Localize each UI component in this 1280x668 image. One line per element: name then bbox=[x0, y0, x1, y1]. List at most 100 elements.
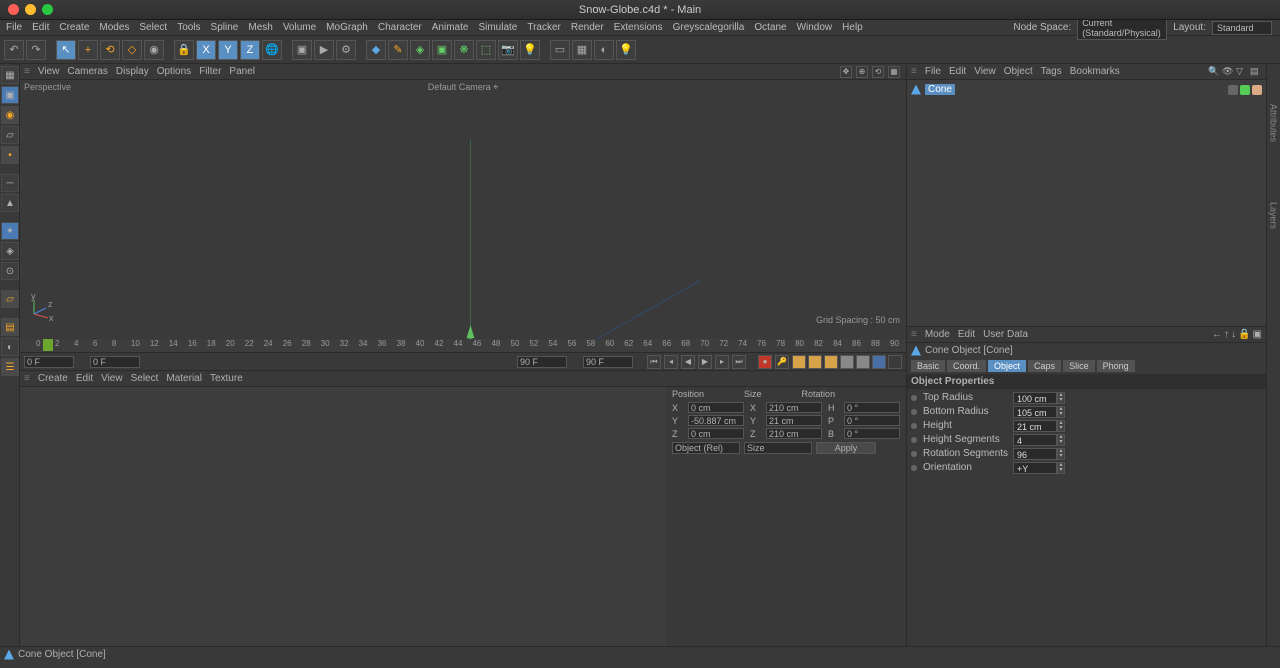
light-icon[interactable]: 💡 bbox=[520, 40, 540, 60]
menu-tracker[interactable]: Tracker bbox=[527, 22, 561, 33]
coord-mode-select[interactable]: Object (Rel) bbox=[672, 442, 740, 454]
anim-dot-icon[interactable] bbox=[911, 437, 917, 443]
om-edit[interactable]: Edit bbox=[949, 66, 966, 77]
menu-character[interactable]: Character bbox=[378, 22, 422, 33]
maximize-window-icon[interactable] bbox=[42, 4, 53, 15]
coord-pos-input[interactable]: -50.887 cm bbox=[688, 415, 744, 426]
attr-value-input[interactable]: +Y bbox=[1013, 462, 1057, 474]
om-flat-icon[interactable]: ▤ bbox=[1250, 66, 1262, 78]
attr-tab-coord[interactable]: Coord. bbox=[947, 360, 986, 372]
texture-mode-icon[interactable]: ◉ bbox=[1, 106, 19, 124]
attr-lock-icon[interactable]: 🔒 bbox=[1238, 329, 1250, 340]
vp-rotate-icon[interactable]: ⟲ bbox=[872, 66, 884, 78]
attr-value-input[interactable]: 4 bbox=[1013, 434, 1057, 446]
menu-help[interactable]: Help bbox=[842, 22, 863, 33]
om-tags[interactable]: Tags bbox=[1041, 66, 1062, 77]
menu-tools[interactable]: Tools bbox=[177, 22, 200, 33]
add-icon[interactable]: + bbox=[78, 40, 98, 60]
spinner-icon[interactable]: ▴▾ bbox=[1057, 392, 1065, 404]
deformer-icon[interactable]: ⬚ bbox=[476, 40, 496, 60]
model-mode-icon[interactable]: ▣ bbox=[1, 86, 19, 104]
material-icon[interactable]: ▦ bbox=[572, 40, 592, 60]
isoline-icon[interactable]: ▤ bbox=[1, 318, 19, 336]
polygon-mode-icon[interactable]: ▲ bbox=[1, 194, 19, 212]
enable-tag-icon[interactable] bbox=[1240, 85, 1250, 95]
viewport-3d[interactable]: Perspective Default Camera ⌖ bbox=[20, 80, 906, 339]
menu-mesh[interactable]: Mesh bbox=[248, 22, 272, 33]
render-settings-icon[interactable]: ⚙ bbox=[336, 40, 356, 60]
make-editable-icon[interactable]: ▦ bbox=[1, 66, 19, 84]
snap-icon[interactable]: ⊙ bbox=[1, 262, 19, 280]
right-tab-layers[interactable]: Layers bbox=[1269, 202, 1279, 229]
last-tool-icon[interactable]: ◉ bbox=[144, 40, 164, 60]
menu-edit[interactable]: Edit bbox=[32, 22, 49, 33]
point-mode-icon[interactable]: • bbox=[1, 146, 19, 164]
menu-gsg[interactable]: Greyscalegorilla bbox=[673, 22, 745, 33]
vp-pan-icon[interactable]: ✥ bbox=[840, 66, 852, 78]
attr-back-icon[interactable]: ← bbox=[1212, 329, 1222, 340]
coord-rot-input[interactable]: 0 ° bbox=[844, 415, 900, 426]
menu-file[interactable]: File bbox=[6, 22, 22, 33]
workplane-icon[interactable]: ▱ bbox=[1, 126, 19, 144]
mat-edit[interactable]: Edit bbox=[76, 373, 93, 384]
visibility-tag-icon[interactable] bbox=[1228, 85, 1238, 95]
coord-size-input[interactable]: 210 cm bbox=[766, 402, 822, 413]
anim-dot-icon[interactable] bbox=[911, 465, 917, 471]
menu-render[interactable]: Render bbox=[571, 22, 604, 33]
world-icon[interactable]: 🌐 bbox=[262, 40, 282, 60]
anim-dot-icon[interactable] bbox=[911, 423, 917, 429]
timeline-playhead[interactable] bbox=[43, 339, 53, 351]
object-name[interactable]: Cone bbox=[925, 84, 955, 95]
anim-dot-icon[interactable] bbox=[911, 451, 917, 457]
subdivision-icon[interactable]: ◈ bbox=[410, 40, 430, 60]
vp-zoom-icon[interactable]: ⊕ bbox=[856, 66, 868, 78]
step-fwd-icon[interactable]: ▸ bbox=[715, 355, 729, 369]
attr-edit[interactable]: Edit bbox=[958, 329, 975, 340]
coord-apply-button[interactable]: Apply bbox=[816, 442, 876, 454]
play-back-icon[interactable]: ◀ bbox=[681, 355, 695, 369]
object-row-cone[interactable]: Cone bbox=[911, 84, 1262, 95]
extrude-icon[interactable]: ▣ bbox=[432, 40, 452, 60]
tag-icon[interactable]: ◐ bbox=[594, 40, 614, 60]
attr-userdata[interactable]: User Data bbox=[983, 329, 1028, 340]
cube-primitive-icon[interactable]: ◆ bbox=[366, 40, 386, 60]
play-fwd-icon[interactable]: ▶ bbox=[698, 355, 712, 369]
timeline-ruler[interactable]: 0246810121416182022242628303234363840424… bbox=[20, 339, 906, 353]
z-axis-icon[interactable]: Z bbox=[240, 40, 260, 60]
menu-select[interactable]: Select bbox=[139, 22, 167, 33]
menu-simulate[interactable]: Simulate bbox=[478, 22, 517, 33]
om-eye-icon[interactable]: 👁 bbox=[1222, 66, 1234, 78]
vp-menu-options[interactable]: Options bbox=[157, 66, 191, 77]
coord-rot-input[interactable]: 0 ° bbox=[844, 428, 900, 439]
coord-size-input[interactable]: 210 cm bbox=[766, 428, 822, 439]
coord-size-mode-select[interactable]: Size bbox=[744, 442, 812, 454]
redo-icon[interactable]: ↷ bbox=[26, 40, 46, 60]
spinner-icon[interactable]: ▴▾ bbox=[1057, 448, 1065, 460]
right-tab-attributes[interactable]: Attributes bbox=[1269, 104, 1279, 142]
om-filter-icon[interactable]: ▽ bbox=[1236, 66, 1248, 78]
timeline-end[interactable]: 90 F bbox=[517, 356, 567, 368]
tweak-icon[interactable]: ◐ bbox=[1, 338, 19, 356]
timeline-start[interactable]: 0 F bbox=[24, 356, 74, 368]
attr-tab-object[interactable]: Object bbox=[988, 360, 1026, 372]
om-view[interactable]: View bbox=[974, 66, 996, 77]
om-search-icon[interactable]: 🔍 bbox=[1208, 66, 1220, 78]
lock-icon[interactable]: 🔒 bbox=[174, 40, 194, 60]
vp-menu-filter[interactable]: Filter bbox=[199, 66, 221, 77]
render-view-icon[interactable]: ▣ bbox=[292, 40, 312, 60]
step-back-icon[interactable]: ◂ bbox=[664, 355, 678, 369]
menu-window[interactable]: Window bbox=[797, 22, 833, 33]
keyframe-param-icon[interactable] bbox=[840, 355, 854, 369]
close-window-icon[interactable] bbox=[8, 4, 19, 15]
anim-dot-icon[interactable] bbox=[911, 395, 917, 401]
viewport-solo-icon[interactable]: ◈ bbox=[1, 242, 19, 260]
workplane2-icon[interactable]: ▱ bbox=[1, 290, 19, 308]
anim-dot-icon[interactable] bbox=[911, 409, 917, 415]
x-axis-icon[interactable]: X bbox=[196, 40, 216, 60]
menu-spline[interactable]: Spline bbox=[211, 22, 239, 33]
edge-mode-icon[interactable]: ─ bbox=[1, 174, 19, 192]
coord-rot-input[interactable]: 0 ° bbox=[844, 402, 900, 413]
minimize-window-icon[interactable] bbox=[25, 4, 36, 15]
vp-menu-display[interactable]: Display bbox=[116, 66, 149, 77]
layout-select[interactable]: Standard bbox=[1212, 21, 1272, 35]
